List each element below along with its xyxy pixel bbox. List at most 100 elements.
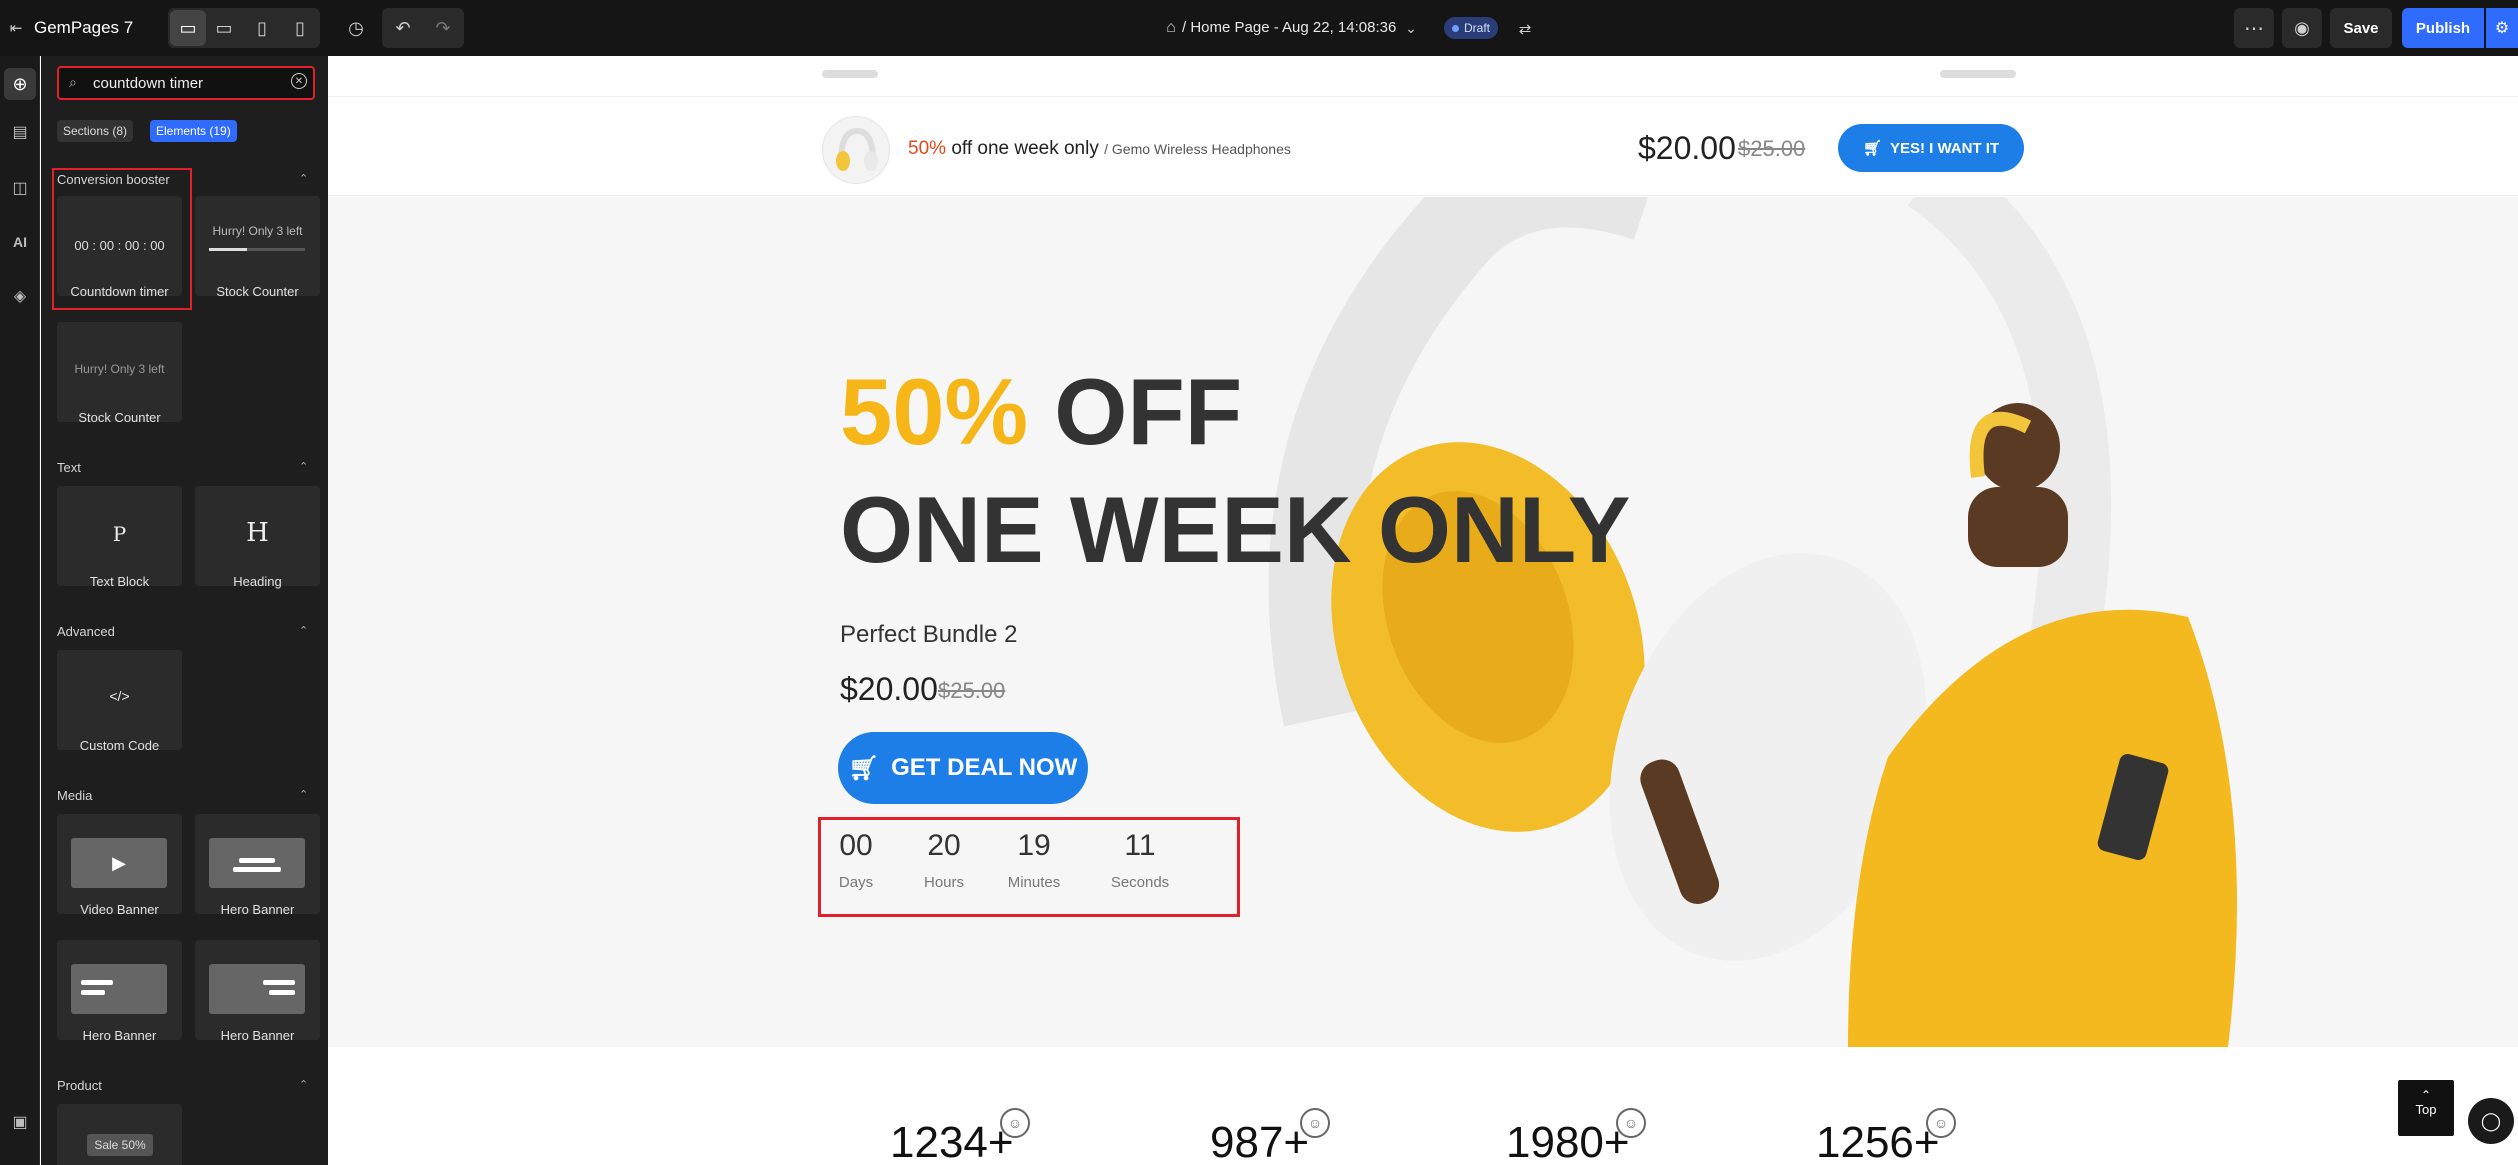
tile-custom-code[interactable]: </> <box>57 650 182 750</box>
tile-label-hero-banner-2: Hero Banner <box>82 1028 157 1043</box>
tile-text-block[interactable]: P <box>57 486 182 586</box>
smile-icon: ☺ <box>1300 1108 1330 1138</box>
back-to-top-button[interactable]: ⌃ Top <box>2398 1080 2454 1136</box>
sticky-price: $20.00 <box>1638 130 1736 166</box>
chevron-down-icon[interactable]: ⌄ <box>1400 16 1422 40</box>
smile-icon: ☺ <box>1000 1108 1030 1138</box>
tile-label-stock: Stock Counter <box>216 284 299 299</box>
cart-icon: 🛒︎ <box>848 754 880 782</box>
countdown-hours-value: 20 <box>927 829 961 862</box>
tile-label-custom-code: Custom Code <box>79 738 160 753</box>
tile-countdown-timer[interactable]: 00 : 00 : 00 : 00 <box>57 196 182 296</box>
stat-value-3: 1980+ <box>1506 1118 1630 1165</box>
publish-settings-icon[interactable]: ⚙ <box>2486 8 2518 48</box>
hero-headphones-image <box>1268 197 2237 1047</box>
countdown-preview: 00 : 00 : 00 : 00 <box>74 238 165 253</box>
stock-preview: Hurry! Only 3 left <box>212 224 303 238</box>
laptop-view-button[interactable]: ▭ <box>206 10 242 46</box>
countdown-hours-label: Hours <box>923 874 964 891</box>
apps-cube-icon[interactable]: ◫ <box>4 172 36 204</box>
sale-badge-preview: Sale 50% <box>87 1134 153 1156</box>
group-title-conversion: Conversion booster <box>57 172 170 187</box>
left-rail: ⊕ ▤ ◫ AI ◈ ▣ <box>0 56 40 1165</box>
tile-hero-banner-1[interactable] <box>195 814 320 914</box>
chevron-up-icon: ⌃ <box>2420 1088 2432 1102</box>
smile-icon: ☺ <box>1926 1108 1956 1138</box>
tile-hero-banner-3[interactable] <box>195 940 320 1040</box>
hero-banner-icon <box>209 838 305 888</box>
publish-button[interactable]: Publish <box>2402 8 2484 48</box>
version-switch-icon[interactable]: ⇄ <box>1512 16 1538 42</box>
tile-heading[interactable]: H <box>195 486 320 586</box>
chat-bubble-icon[interactable]: ◯ <box>2468 1098 2514 1144</box>
tab-sections[interactable]: Sections (8) <box>57 120 134 142</box>
sticky-compare-price: $25.00 <box>1738 136 1806 161</box>
tile-product-badge[interactable]: Sale 50% <box>57 1104 182 1165</box>
headphone-thumbnail-icon <box>836 127 878 171</box>
tile-hero-banner-2[interactable] <box>57 940 182 1040</box>
desktop-view-button[interactable]: ▭ <box>170 10 206 46</box>
headline-off: OFF <box>1054 359 1243 464</box>
tile-label-hero-banner-3: Hero Banner <box>220 1028 295 1043</box>
group-title-media: Media <box>57 788 93 803</box>
tablet-view-button[interactable]: ▯ <box>244 10 280 46</box>
add-element-icon[interactable]: ⊕ <box>4 68 36 100</box>
page-title-selector[interactable]: / Home Page - Aug 22, 14:08:36 <box>1182 19 1396 36</box>
app-root: ⇤ GemPages 7 ▭ ▭ ▯ ▯ ◷ ↶ ↷ ⌂ / Home Page… <box>0 0 2518 1165</box>
group-title-product: Product <box>57 1078 102 1093</box>
clear-search-icon[interactable]: ✕ <box>291 73 307 89</box>
tab-elements[interactable]: Elements (19) <box>150 120 237 142</box>
help-icon[interactable]: ▣ <box>4 1106 36 1138</box>
collapse-chevron-icon[interactable]: ⌃ <box>299 172 308 185</box>
collapse-chevron-icon[interactable]: ⌃ <box>299 460 308 473</box>
preview-eye-icon[interactable]: ◉ <box>2282 8 2322 48</box>
hero-price: $20.00 <box>840 671 938 707</box>
group-title-text: Text <box>57 460 81 475</box>
redo-button[interactable]: ↷ <box>424 10 462 46</box>
hero-banner-icon <box>71 964 167 1014</box>
collapse-chevron-icon[interactable]: ⌃ <box>299 788 308 801</box>
search-input[interactable] <box>93 72 273 94</box>
tile-label-text-block: Text Block <box>89 574 150 589</box>
search-icon: ⌕ <box>69 74 77 90</box>
smile-icon: ☺ <box>1616 1108 1646 1138</box>
countdown-days-label: Days <box>838 874 874 891</box>
undo-button[interactable]: ↶ <box>384 10 422 46</box>
top-toolbar: ⇤ GemPages 7 ▭ ▭ ▯ ▯ ◷ ↶ ↷ ⌂ / Home Page… <box>0 0 2518 56</box>
sticky-cta-button[interactable]: 🛒︎ YES! I WANT IT <box>1838 124 2024 172</box>
code-icon: </> <box>109 688 130 704</box>
hero-subtitle: Perfect Bundle 2 <box>840 621 1018 648</box>
collapse-chevron-icon[interactable]: ⌃ <box>299 1078 308 1091</box>
countdown-days-value: 00 <box>839 829 873 862</box>
exit-editor-button[interactable]: ⇤ <box>4 16 28 40</box>
hero-compare-price: $25.00 <box>938 678 1006 703</box>
pages-icon[interactable]: ▤ <box>4 116 36 148</box>
cart-icon: 🛒︎ <box>1862 140 1882 157</box>
hero-banner-icon <box>209 964 305 1014</box>
tile-label-video-banner: Video Banner <box>80 902 159 917</box>
paragraph-icon: P <box>112 522 127 546</box>
get-deal-button[interactable]: 🛒︎ GET DEAL NOW <box>838 732 1088 804</box>
tile-label-stock-2: Stock Counter <box>78 410 161 425</box>
sticky-offer-text: 50% off one week only / Gemo Wireless He… <box>908 138 1291 160</box>
more-options-button[interactable]: ⋯ <box>2234 8 2274 48</box>
product-thumbnail[interactable] <box>822 116 890 184</box>
editor-canvas: 50% off one week only / Gemo Wireless He… <box>328 56 2518 1165</box>
mobile-view-button[interactable]: ▯ <box>282 10 318 46</box>
history-icon[interactable]: ◷ <box>338 10 374 46</box>
sticky-cta-label: YES! I WANT IT <box>1889 139 2000 157</box>
element-library-panel: ⌕ ✕ Sections (8) Elements (19) Conversio… <box>41 56 328 1165</box>
tile-video-banner[interactable]: ▶ <box>57 814 182 914</box>
collapse-chevron-icon[interactable]: ⌃ <box>299 624 308 637</box>
sticky-percent: 50% <box>908 138 947 159</box>
search-box[interactable]: ⌕ ✕ <box>57 66 315 100</box>
hero-headline-line1: 50% OFF <box>840 365 1242 459</box>
tile-stock-counter[interactable]: Hurry! Only 3 left <box>195 196 320 296</box>
sticky-divider <box>328 96 2518 97</box>
ai-icon[interactable]: AI <box>4 226 36 258</box>
tile-stock-counter-2[interactable]: Hurry! Only 3 left <box>57 322 182 422</box>
get-deal-label: GET DEAL NOW <box>891 754 1078 781</box>
save-button[interactable]: Save <box>2330 8 2392 48</box>
sticky-product-name: / Gemo Wireless Headphones <box>1104 141 1291 157</box>
layers-icon[interactable]: ◈ <box>4 280 36 312</box>
